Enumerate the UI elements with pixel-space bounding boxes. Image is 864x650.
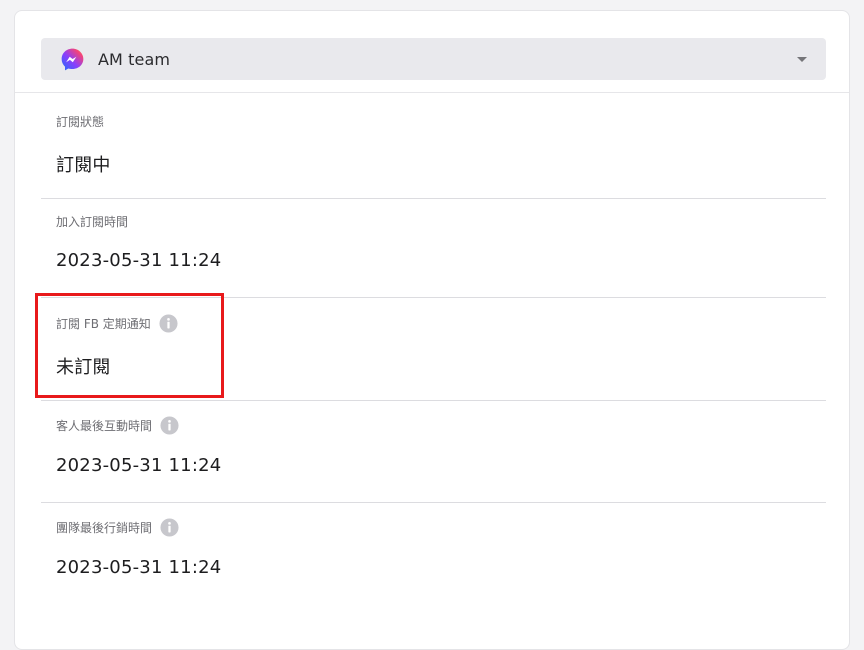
channel-selector-label: AM team	[98, 49, 171, 69]
chevron-down-icon	[797, 57, 807, 62]
highlight-annotation-box	[35, 293, 224, 398]
field-value: 2023-05-31 11:24	[56, 250, 222, 271]
field-label-text: 加入訂閱時間	[56, 214, 129, 229]
field-label-text: 客人最後互動時間	[56, 418, 153, 433]
info-icon[interactable]	[160, 415, 179, 435]
field-value: 訂閱中	[56, 155, 111, 176]
field-label: 客人最後互動時間	[56, 415, 179, 435]
subscription-info-card: AM team 訂閱狀態 訂閱中 加入訂閱時間 2023-05-31 11:24…	[14, 10, 850, 650]
channel-selector-dropdown[interactable]: AM team	[41, 38, 826, 80]
field-label-text: 訂閱狀態	[56, 114, 105, 129]
header-divider	[15, 92, 849, 93]
field-divider	[41, 400, 826, 401]
field-label: 訂閱狀態	[56, 111, 104, 131]
info-icon[interactable]	[160, 517, 179, 537]
field-value: 2023-05-31 11:24	[56, 557, 222, 578]
field-divider	[41, 198, 826, 199]
field-label: 加入訂閱時間	[56, 211, 128, 231]
field-label-text: 團隊最後行銷時間	[56, 520, 153, 535]
field-value: 2023-05-31 11:24	[56, 455, 222, 476]
field-divider	[41, 502, 826, 503]
field-label: 團隊最後行銷時間	[56, 517, 179, 537]
messenger-icon	[61, 48, 84, 70]
